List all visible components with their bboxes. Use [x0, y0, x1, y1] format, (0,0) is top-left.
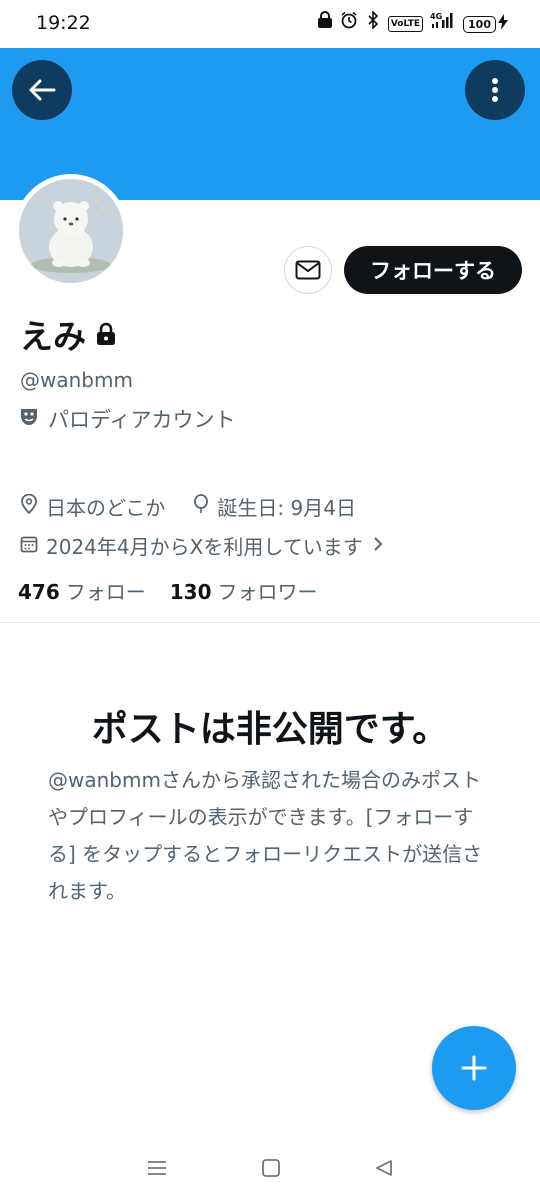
charging-icon	[498, 14, 508, 34]
status-bar: 19:22 VoLTE 4G 100	[0, 0, 540, 48]
follow-button[interactable]: フォローする	[344, 246, 522, 294]
profile-meta-row: 日本のどこか 誕生日: 9月4日	[20, 492, 356, 521]
menu-icon	[148, 1160, 167, 1175]
lock-icon	[96, 315, 116, 354]
plus-icon	[461, 1055, 487, 1081]
back-button[interactable]	[12, 60, 72, 120]
follow-stats: 476 フォロー 130 フォロワー	[18, 576, 318, 605]
protected-title: ポストは非公開です。	[91, 709, 449, 750]
parody-label: パロディアカウント	[48, 408, 236, 432]
home-button[interactable]	[261, 1158, 281, 1182]
message-button[interactable]	[284, 246, 332, 294]
handle: @wanbmm	[20, 368, 133, 392]
followers-count: 130	[169, 580, 212, 604]
more-options-button[interactable]	[465, 60, 525, 120]
followers-label: フォロワー	[217, 580, 318, 604]
parody-mask-icon	[20, 407, 38, 432]
following-label: フォロー	[65, 580, 146, 604]
joined-row[interactable]: 2024年4月からXを利用しています	[20, 531, 385, 560]
avatar	[19, 179, 123, 283]
bluetooth-icon	[365, 10, 381, 37]
following-count: 476	[18, 580, 60, 604]
arrow-left-icon	[29, 79, 56, 101]
more-vertical-icon	[492, 78, 498, 102]
mail-icon	[295, 260, 321, 280]
alarm-icon	[340, 11, 358, 37]
followers-link[interactable]: 130 フォロワー	[170, 576, 318, 605]
divider	[0, 622, 540, 623]
location-pin-icon	[20, 493, 38, 519]
compose-button[interactable]	[432, 1026, 516, 1110]
battery-level: 100	[463, 15, 496, 33]
nfc-lock-icon	[317, 11, 333, 37]
display-name: えみ	[20, 317, 86, 356]
parody-label-row: パロディアカウント	[20, 404, 236, 434]
birthday: 誕生日: 9月4日	[217, 496, 356, 520]
display-name-row: えみ	[20, 310, 116, 358]
following-link[interactable]: 476 フォロー	[18, 576, 146, 605]
square-icon	[262, 1158, 280, 1177]
triangle-back-icon	[375, 1159, 392, 1176]
4g-signal-icon: 4G	[430, 11, 456, 37]
recent-apps-button[interactable]	[146, 1158, 168, 1182]
location: 日本のどこか	[46, 496, 166, 520]
chevron-right-icon	[371, 534, 385, 558]
system-back-button[interactable]	[374, 1158, 394, 1182]
balloon-icon	[193, 494, 209, 519]
volte-icon: VoLTE	[387, 16, 424, 32]
avatar-frame[interactable]	[14, 174, 128, 288]
calendar-icon	[20, 534, 38, 558]
protected-body: @wanbmmさんから承認された場合のみポストやプロフィールの表示ができます。[…	[48, 768, 483, 903]
svg-text:4G: 4G	[430, 12, 442, 21]
status-time: 19:22	[36, 12, 91, 34]
battery-icon: 100	[463, 14, 508, 34]
joined-date: 2024年4月からXを利用しています	[46, 535, 363, 559]
system-nav-bar	[0, 1140, 540, 1199]
status-icons: VoLTE 4G 100	[317, 10, 508, 37]
polar-bear-illustration	[19, 179, 123, 283]
